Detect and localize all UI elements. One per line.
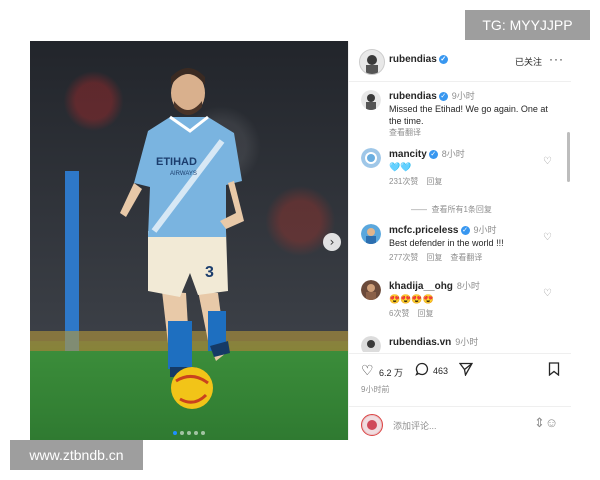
verified-icon: ✓ bbox=[460, 226, 470, 236]
post-side-panel: rubendias ✓ 已关注 ··· rubendias ✓ 9小时 Missed … bbox=[348, 41, 571, 440]
comment-body: mancity ✓ 8小时 🩵🩵 231次赞 回复 bbox=[389, 148, 554, 188]
comment-text: 😍😍😍😍 bbox=[389, 294, 434, 304]
post-actions: ♡ 6.2 万 463 9小时前 bbox=[349, 353, 571, 399]
comment-body: khadija__ohg 8小时 😍😍😍😍 6次赞 回复 bbox=[389, 280, 554, 320]
header-username[interactable]: rubendias bbox=[389, 54, 437, 65]
comment-avatar[interactable] bbox=[361, 336, 381, 352]
add-comment-bar: 添加评论... ⇕☺ bbox=[349, 406, 571, 441]
caption-time: 9小时 bbox=[451, 91, 475, 101]
view-replies-link[interactable]: —— 查看所有1条回复 bbox=[411, 204, 492, 215]
like-icon[interactable]: ♡ bbox=[361, 362, 374, 379]
shirt-sponsor: ETIHAD bbox=[156, 156, 197, 168]
following-button[interactable]: 已关注 bbox=[515, 55, 542, 68]
caption-translate-link[interactable]: 查看翻译 bbox=[389, 128, 421, 137]
verified-icon: ✓ bbox=[438, 92, 448, 102]
post-time: 9小时前 bbox=[361, 385, 390, 394]
emoji-icon[interactable]: ⇕☺ bbox=[534, 415, 558, 431]
share-icon[interactable] bbox=[458, 362, 474, 379]
watermark-bottom: www.ztbndb.cn bbox=[10, 440, 143, 470]
comment-likes[interactable]: 231次赞 bbox=[389, 177, 418, 186]
comment-avatar[interactable] bbox=[361, 224, 381, 244]
comment-like-icon[interactable]: ♡ bbox=[543, 156, 552, 167]
slide-dot bbox=[194, 431, 198, 435]
slide-dot-active bbox=[173, 431, 177, 435]
caption-body: rubendias ✓ 9小时 Missed the Etihad! We go a… bbox=[389, 90, 554, 139]
comments-count[interactable]: 463 bbox=[433, 366, 448, 376]
translate-link[interactable]: 查看翻译 bbox=[450, 253, 482, 262]
slide-indicator bbox=[173, 431, 205, 435]
comments-scrollbar[interactable] bbox=[567, 132, 570, 182]
comment-username[interactable]: mcfc.priceless bbox=[389, 225, 459, 236]
caption-text: Missed the Etihad! We go again. One at t… bbox=[389, 104, 548, 126]
header-username-row[interactable]: rubendias ✓ bbox=[389, 54, 448, 65]
post-header: rubendias ✓ 已关注 ··· bbox=[349, 41, 571, 82]
comment-time: 9小时 bbox=[455, 337, 479, 347]
comment-username[interactable]: khadija__ohg bbox=[389, 281, 453, 292]
more-options-icon[interactable]: ··· bbox=[549, 52, 564, 66]
reply-button[interactable]: 回复 bbox=[417, 309, 433, 318]
slide-dot bbox=[180, 431, 184, 435]
reply-button[interactable]: 回复 bbox=[426, 253, 442, 262]
add-comment-input[interactable]: 添加评论... bbox=[393, 419, 437, 432]
comment-body: rubendias.vn 9小时 bbox=[389, 336, 554, 349]
comment-like-icon[interactable]: ♡ bbox=[543, 232, 552, 243]
comment-username[interactable]: mancity bbox=[389, 149, 427, 160]
comment-text: 🩵🩵 bbox=[389, 162, 412, 172]
reply-button[interactable]: 回复 bbox=[426, 177, 442, 186]
comment-likes[interactable]: 6次赞 bbox=[389, 309, 409, 318]
comment-username[interactable]: rubendias.vn bbox=[389, 337, 451, 348]
comment-icon[interactable] bbox=[415, 362, 429, 379]
comments-list[interactable]: rubendias ✓ 9小时 Missed the Etihad! We go a… bbox=[349, 82, 571, 352]
next-slide-button[interactable]: › bbox=[323, 233, 341, 251]
comment-body: mcfc.priceless ✓ 9小时 Best defender in the … bbox=[389, 224, 554, 264]
post-photo[interactable]: ETIHAD AIRWAYS 3 › bbox=[30, 41, 348, 440]
slide-dot bbox=[201, 431, 205, 435]
current-user-avatar bbox=[361, 414, 383, 436]
verified-icon: ✓ bbox=[428, 150, 438, 160]
watermark-top: TG: MYYJJPP bbox=[465, 10, 590, 40]
caption-avatar[interactable] bbox=[361, 90, 381, 110]
comment-text: Best defender in the world !!! bbox=[389, 238, 504, 248]
comment-avatar[interactable] bbox=[361, 280, 381, 300]
shirt-number: 3 bbox=[205, 264, 214, 281]
comment-time: 8小时 bbox=[456, 281, 480, 291]
likes-count[interactable]: 6.2 万 bbox=[379, 366, 403, 379]
player-figure: ETIHAD AIRWAYS 3 bbox=[120, 68, 244, 409]
caption-username[interactable]: rubendias bbox=[389, 91, 437, 102]
comment-like-icon[interactable]: ♡ bbox=[543, 288, 552, 299]
bookmark-icon[interactable] bbox=[548, 362, 560, 379]
comment-likes[interactable]: 277次赞 bbox=[389, 253, 418, 262]
slide-dot bbox=[187, 431, 191, 435]
shirt-sponsor-sub: AIRWAYS bbox=[170, 171, 197, 177]
comment-time: 9小时 bbox=[473, 225, 497, 235]
header-avatar[interactable] bbox=[359, 49, 385, 75]
comment-avatar[interactable] bbox=[361, 148, 381, 168]
comment-time: 8小时 bbox=[441, 149, 465, 159]
verified-icon: ✓ bbox=[438, 54, 448, 64]
